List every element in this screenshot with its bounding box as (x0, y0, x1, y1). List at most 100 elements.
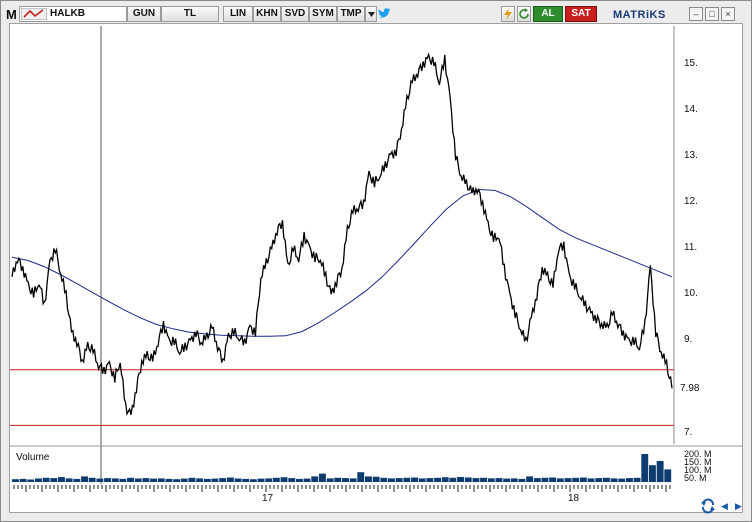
volume-bar (418, 478, 426, 482)
price-tick-label: 14. (684, 104, 698, 115)
volume-bar (19, 478, 27, 482)
volume-bar (27, 479, 35, 482)
volume-bar (280, 477, 288, 482)
sell-button[interactable]: SAT (565, 6, 597, 22)
price-tick-label: 9. (684, 334, 693, 345)
volume-bar (196, 478, 204, 482)
symbol-value: HALKB (50, 8, 85, 19)
khn-button[interactable]: KHN (253, 6, 281, 22)
refresh-icon (519, 8, 529, 19)
svd-button[interactable]: SVD (281, 6, 309, 22)
volume-bar (510, 478, 518, 482)
volume-bar (180, 478, 188, 482)
volume-bar (65, 478, 73, 482)
volume-bar (58, 477, 65, 482)
volume-bar (88, 477, 96, 482)
volume-bar (372, 476, 380, 482)
volume-bar (234, 478, 242, 482)
volume-bar (602, 477, 610, 482)
volume-bar (587, 478, 595, 482)
volume-bar (656, 461, 664, 482)
volume-bar (395, 478, 403, 482)
volume-bar (104, 478, 111, 482)
volume-bar (457, 477, 464, 482)
volume-bar (111, 478, 119, 482)
scroll-right-icon[interactable]: ▶ (735, 501, 745, 511)
price-chart[interactable] (10, 24, 742, 512)
toolbar: M HALKB GUN TL LIN KHN SVD SYM TMP AL SA… (3, 4, 748, 24)
period-button[interactable]: GUN (127, 6, 161, 22)
volume-bar (533, 478, 541, 482)
volume-bar (334, 477, 342, 482)
volume-bar (564, 478, 572, 482)
volume-bar (649, 465, 656, 482)
volume-bar (142, 478, 150, 482)
volume-bar (127, 477, 134, 482)
volume-bar (165, 478, 173, 482)
volume-bar (641, 454, 649, 482)
price-tick-label: 12. (684, 196, 698, 207)
current-price-label: 7.98 (676, 383, 716, 394)
sync-button[interactable] (699, 497, 717, 515)
volume-bar (441, 477, 449, 482)
chart-type-icon[interactable] (21, 8, 47, 20)
volume-bar (526, 476, 534, 482)
refresh-button[interactable] (517, 6, 531, 22)
volume-bar (572, 477, 580, 482)
volume-bar (242, 478, 250, 482)
template-dropdown[interactable] (365, 6, 377, 22)
volume-bar (119, 478, 127, 482)
maximize-button[interactable]: □ (705, 7, 719, 21)
volume-tick-label: 50. M (684, 473, 707, 483)
chevron-down-icon (368, 12, 375, 17)
volume-bar (403, 477, 411, 482)
close-button[interactable]: × (721, 7, 735, 21)
volume-bar (633, 477, 641, 482)
volume-bar (157, 478, 165, 482)
volume-bar (257, 478, 265, 482)
price-tick-label: 10. (684, 288, 698, 299)
volume-bar (487, 478, 495, 482)
sym-button[interactable]: SYM (309, 6, 337, 22)
app-logo: M (6, 7, 17, 22)
scale-button[interactable]: LIN (223, 6, 253, 22)
volume-bar (81, 476, 88, 482)
volume-bar (595, 478, 603, 482)
buy-button[interactable]: AL (533, 6, 563, 22)
volume-bar (541, 477, 549, 482)
volume-bar (449, 477, 457, 482)
volume-bar (610, 478, 618, 482)
scroll-left-icon[interactable]: ◀ (721, 501, 731, 511)
date-label: 17 (262, 493, 274, 504)
volume-bar (211, 478, 219, 482)
volume-title: Volume (16, 452, 50, 463)
symbol-input[interactable]: HALKB (19, 6, 127, 22)
volume-bar (579, 477, 587, 482)
volume-bar (365, 476, 372, 482)
price-tick-label: 13. (684, 150, 698, 161)
volume-bar (272, 477, 280, 482)
chart-area[interactable]: 15. 14. 13. 12. 11. 10. 9. 7. 7.98 Volum… (9, 23, 743, 513)
volume-bar (319, 473, 326, 482)
lightning-icon (504, 8, 512, 20)
twitter-icon[interactable] (378, 7, 392, 21)
price-tick-label: 15. (684, 58, 698, 69)
volume-bar (73, 478, 81, 482)
moving-average-line (11, 188, 673, 337)
currency-button[interactable]: TL (161, 6, 219, 22)
volume-bar (434, 477, 441, 482)
volume-bar (150, 478, 157, 482)
minimize-button[interactable]: – (689, 7, 703, 21)
price-tick-label: 11. (684, 242, 698, 253)
volume-bar (388, 478, 395, 482)
alarm-button[interactable] (501, 6, 515, 22)
volume-bar (556, 478, 564, 482)
tmp-button[interactable]: TMP (337, 6, 365, 22)
volume-bar (326, 478, 334, 482)
volume-bar (296, 478, 303, 482)
volume-bar (426, 478, 434, 482)
volume-bar (42, 477, 50, 482)
volume-bar (380, 477, 388, 482)
volume-bar (618, 478, 626, 482)
volume-bar (265, 478, 273, 482)
